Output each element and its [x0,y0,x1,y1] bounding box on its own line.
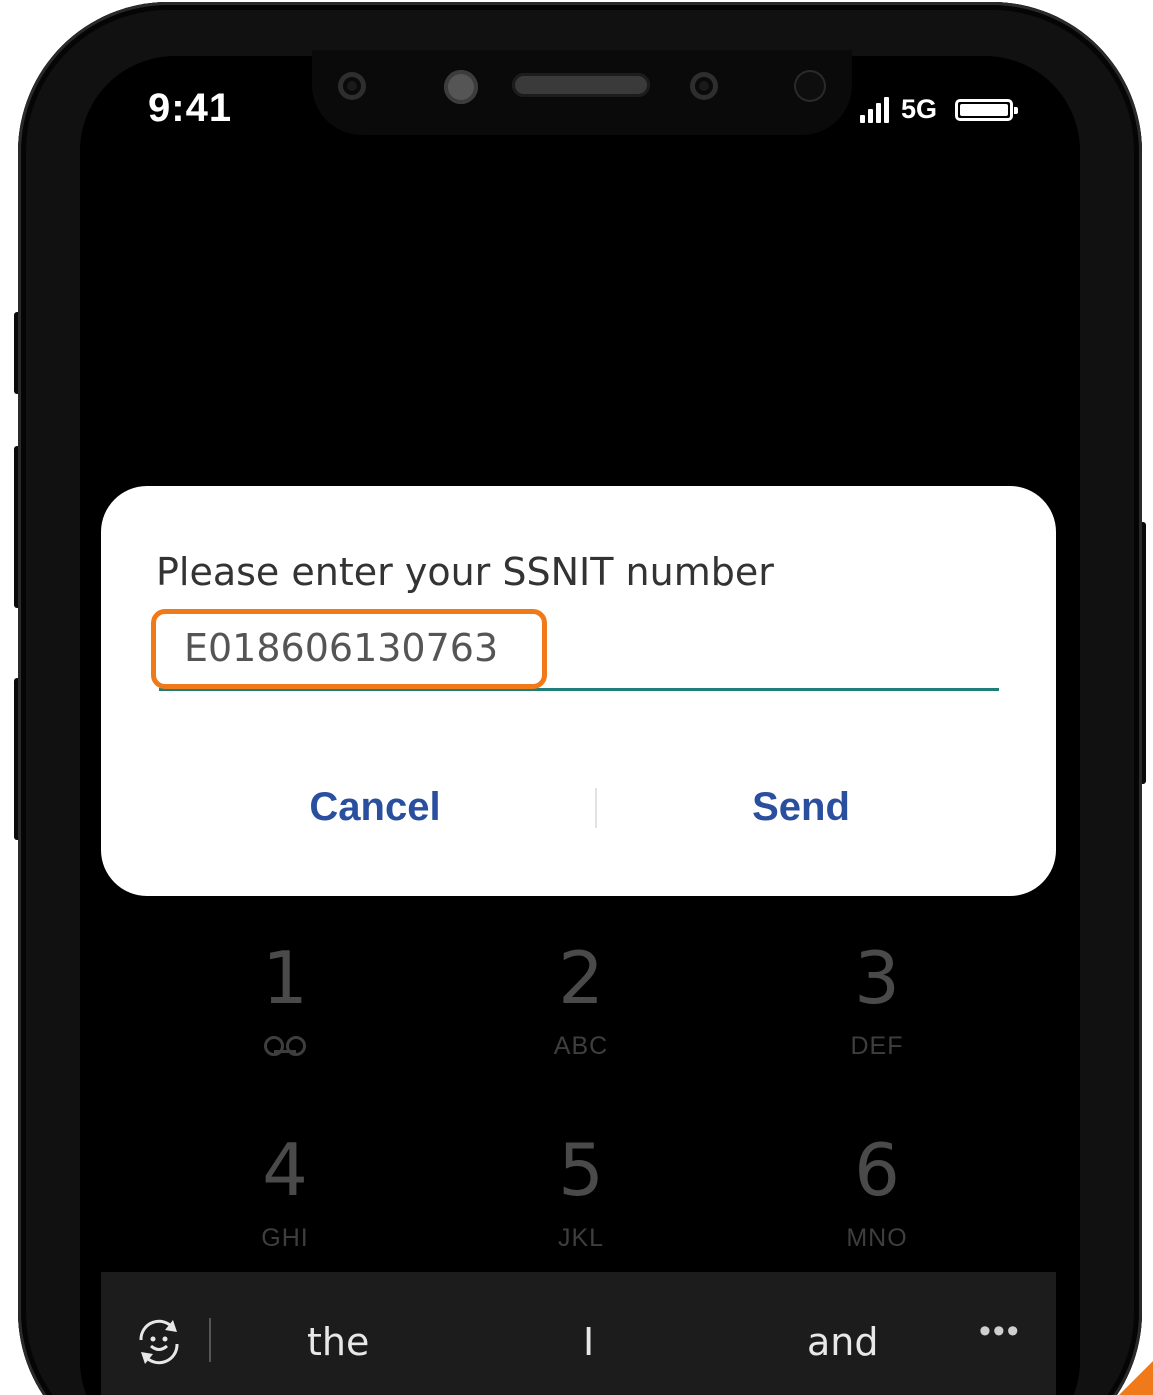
voicemail-icon [264,1036,306,1056]
status-icons: 5G [860,94,1019,125]
status-time: 9:41 [148,86,233,130]
key-digit: 2 [558,936,604,1020]
dial-key-3[interactable]: 3 DEF [777,942,977,1061]
proximity-sensor-icon [794,70,826,102]
screenshot-stage: 9:41 5G 1 2 ABC 3 DEF 4 GHI 5 JKL 6 MNO … [0,0,1153,1395]
suggestion-the[interactable]: the [307,1320,369,1364]
network-type: 5G [901,94,938,124]
input-underline [159,688,999,691]
suggestion-i[interactable]: I [583,1320,594,1364]
earpiece-speaker [512,73,650,97]
dial-key-2[interactable]: 2 ABC [481,942,681,1061]
dial-key-5[interactable]: 5 JKL [481,1134,681,1253]
key-digit: 3 [854,936,900,1020]
key-digit: 1 [262,936,308,1020]
signal-icon [860,96,889,123]
dial-key-4[interactable]: 4 GHI [185,1134,385,1253]
dial-key-1[interactable]: 1 [185,942,385,1059]
sensor-icon [690,72,718,100]
cancel-button[interactable]: Cancel [185,766,565,846]
ussd-dialog: Please enter your SSNIT number Cancel Se… [101,486,1056,896]
ssnit-input-field[interactable] [159,606,999,696]
dialog-prompt: Please enter your SSNIT number [156,550,774,594]
dial-key-6[interactable]: 6 MNO [777,1134,977,1253]
emoji-toggle-icon[interactable] [131,1314,187,1370]
key-letters: JKL [557,1224,605,1252]
key-digit: 4 [262,1128,308,1212]
key-letters: GHI [261,1224,309,1252]
sensor-icon [338,72,366,100]
corner-accent-shape [1112,1358,1153,1395]
key-digit: 6 [854,1128,900,1212]
button-divider [595,788,597,828]
ssnit-input[interactable] [159,606,999,690]
suggestion-and[interactable]: and [807,1320,879,1364]
key-letters: ABC [553,1032,609,1060]
key-digit: 5 [558,1128,604,1212]
front-camera-icon [444,70,478,104]
key-letters: MNO [846,1224,908,1252]
battery-icon [955,98,1019,121]
send-button[interactable]: Send [611,766,991,846]
keyboard-suggestion-bar: the I and ••• [101,1272,1056,1395]
suggestion-divider [209,1318,211,1362]
more-icon[interactable]: ••• [979,1312,1021,1351]
key-letters: DEF [850,1032,904,1060]
